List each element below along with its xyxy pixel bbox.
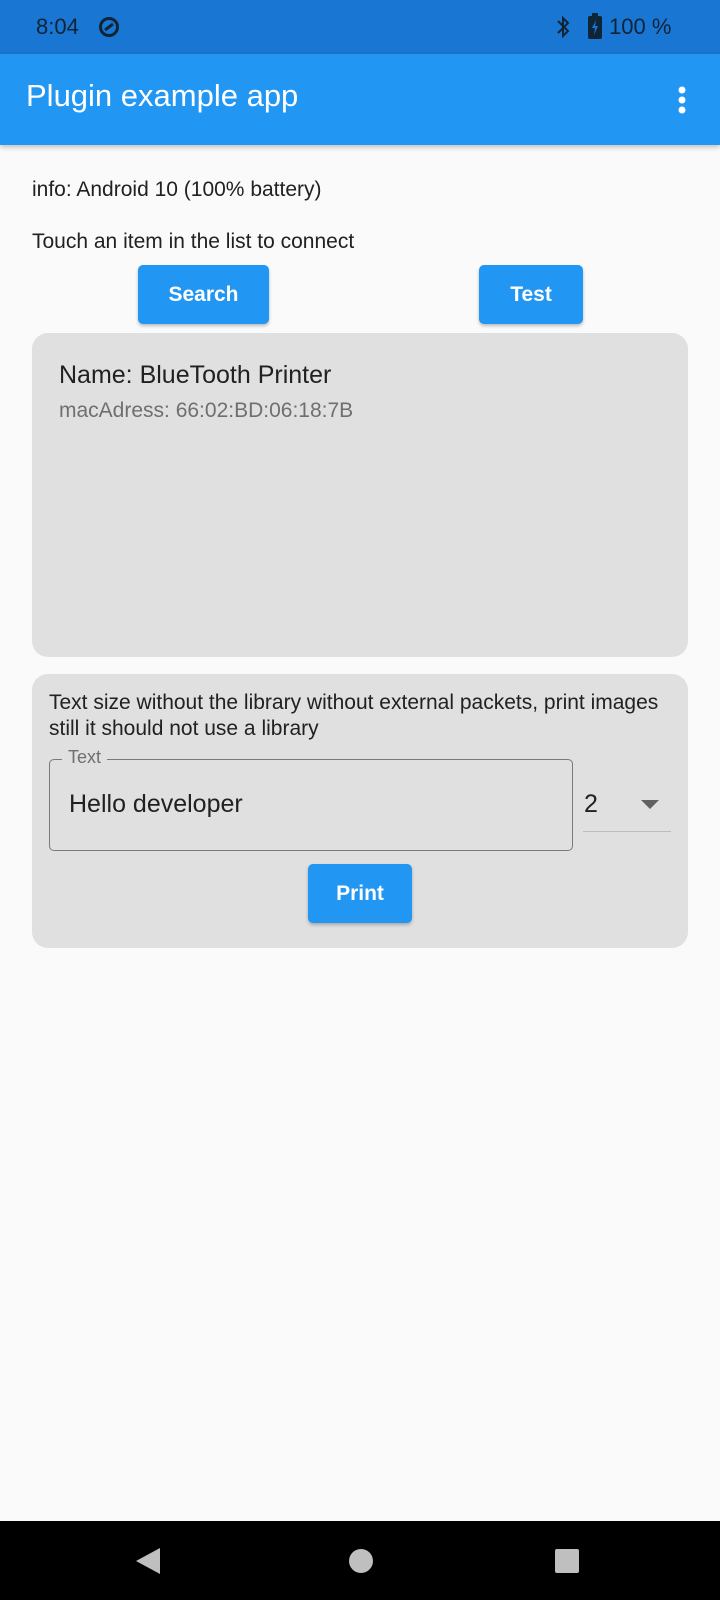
battery-icon	[588, 13, 602, 39]
recents-icon[interactable]	[555, 1549, 579, 1573]
device-list: Name: BlueTooth Printer macAdress: 66:02…	[32, 333, 688, 657]
more-vert-icon	[678, 86, 686, 114]
size-dropdown[interactable]: 2	[583, 784, 671, 832]
size-dropdown-value: 2	[584, 790, 598, 818]
sync-icon	[98, 16, 120, 38]
instructions-text: Touch an item in the list to connect	[32, 230, 355, 253]
print-panel: Text size without the library without ex…	[32, 674, 688, 948]
dropdown-arrow-icon	[641, 800, 659, 809]
test-button[interactable]: Test	[479, 265, 583, 324]
device-name: Name: BlueTooth Printer	[59, 361, 332, 389]
print-button[interactable]: Print	[308, 864, 412, 923]
status-time: 8:04	[36, 14, 79, 39]
device-mac-address: macAdress: 66:02:BD:06:18:7B	[59, 399, 354, 422]
text-field[interactable]: Text	[49, 747, 573, 851]
app-title: Plugin example app	[26, 78, 299, 113]
print-description: Text size without the library without ex…	[49, 691, 659, 740]
status-bar: 8:04 100 %	[0, 0, 720, 54]
app-bar: Plugin example app	[0, 54, 720, 145]
battery-level: 100 %	[609, 14, 672, 39]
back-icon[interactable]	[136, 1548, 160, 1574]
bluetooth-icon	[555, 14, 571, 40]
overflow-menu-button[interactable]	[660, 76, 704, 124]
info-text: info: Android 10 (100% battery)	[32, 178, 322, 201]
device-list-item[interactable]: Name: BlueTooth Printer macAdress: 66:02…	[32, 333, 688, 443]
text-field-label: Text	[62, 747, 108, 768]
text-input[interactable]	[69, 790, 549, 819]
search-button[interactable]: Search	[138, 265, 269, 324]
home-icon[interactable]	[349, 1549, 373, 1573]
navigation-bar	[0, 1521, 720, 1600]
